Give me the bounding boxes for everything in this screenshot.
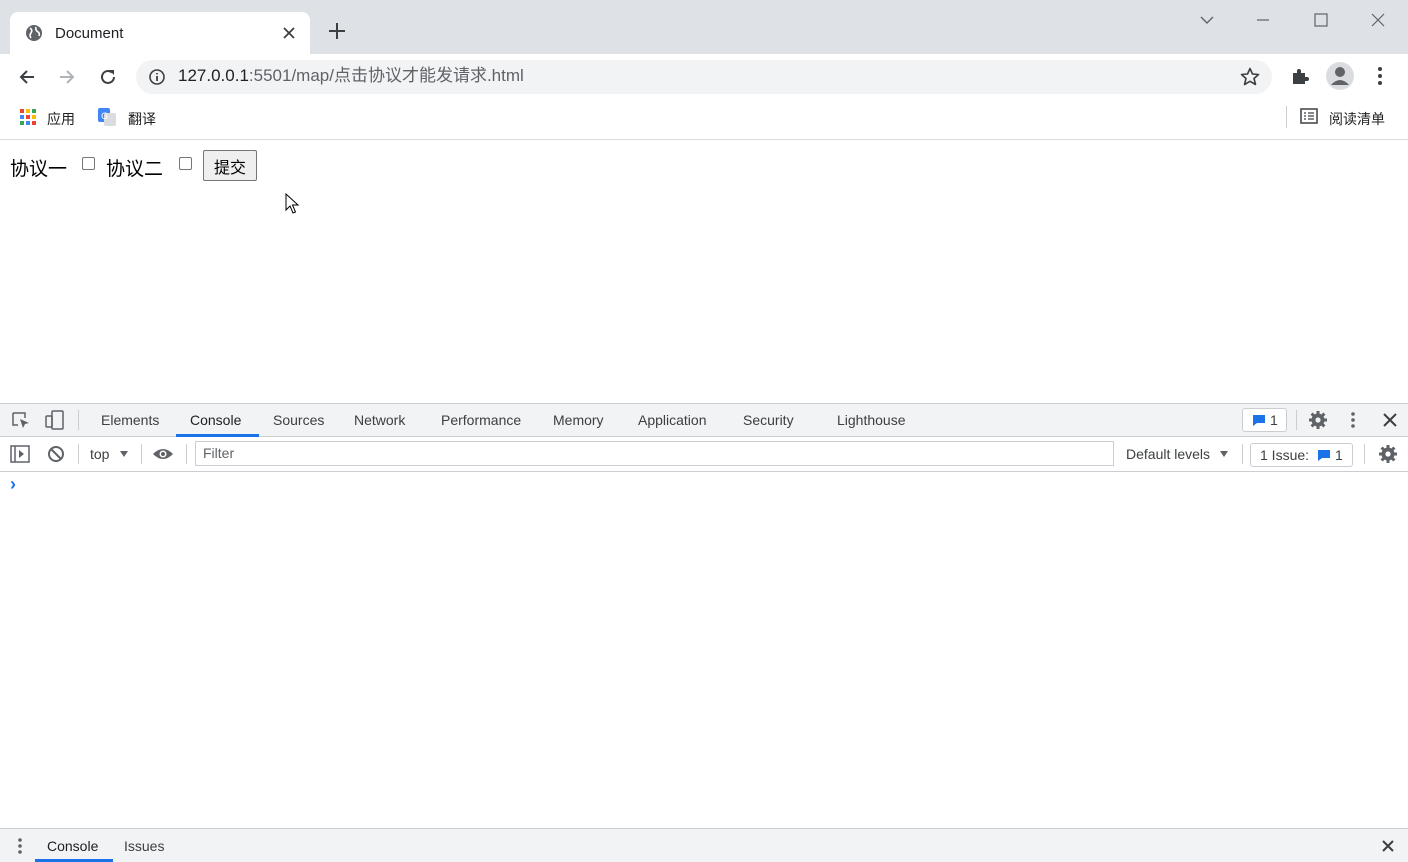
maximize-icon[interactable] [1307, 8, 1335, 32]
mouse-cursor-icon [285, 193, 300, 214]
issues-count: 1 [1335, 447, 1343, 463]
submit-button[interactable]: 提交 [203, 150, 257, 181]
browser-tab[interactable]: Document [10, 12, 310, 54]
levels-dropdown-icon[interactable] [1219, 450, 1229, 458]
bookmark-star-icon[interactable] [1239, 66, 1261, 88]
settings-gear-icon[interactable] [1308, 410, 1328, 430]
devtools-menu-icon[interactable] [1345, 410, 1361, 430]
tab-performance[interactable]: Performance [441, 403, 521, 437]
tab-search-icon[interactable] [1193, 8, 1221, 32]
live-expression-eye-icon[interactable] [152, 447, 174, 461]
context-dropdown-icon[interactable] [119, 450, 129, 458]
devtools-drawer [0, 828, 1408, 862]
issue-message-icon [1318, 450, 1330, 461]
agreement2-label: 协议二 [106, 158, 164, 180]
console-separator [141, 444, 142, 464]
drawer-menu-icon[interactable] [13, 836, 27, 856]
apps-bookmark[interactable] [20, 109, 36, 125]
console-settings-icon[interactable] [1378, 444, 1398, 464]
context-selector[interactable]: top [90, 446, 109, 462]
tab-lighthouse[interactable]: Lighthouse [837, 403, 906, 437]
console-prompt[interactable]: › [10, 474, 16, 495]
profile-avatar-icon[interactable] [1325, 61, 1355, 91]
tab-network[interactable]: Network [354, 403, 405, 437]
bookmarks-separator [1286, 106, 1287, 128]
bookmarks-bar [0, 100, 1408, 140]
extensions-icon[interactable] [1289, 65, 1311, 87]
url-text[interactable]: 127.0.0.1:5501/map/点击协议才能发请求.html [178, 66, 524, 86]
clear-console-icon[interactable] [47, 445, 65, 463]
translate-icon[interactable]: G [97, 107, 117, 127]
drawer-tab-console[interactable]: Console [47, 838, 98, 854]
browser-menu-icon[interactable] [1370, 65, 1390, 87]
url-path: :5501/map/点击协议才能发请求.html [248, 66, 524, 85]
tab-sources[interactable]: Sources [273, 403, 324, 437]
messages-badge[interactable]: 1 [1242, 408, 1287, 432]
inspect-element-icon[interactable] [11, 411, 31, 429]
translate-label[interactable]: 翻译 [128, 109, 156, 129]
reload-icon[interactable] [97, 66, 119, 88]
tab-console[interactable]: Console [190, 403, 241, 437]
issues-button[interactable]: 1 Issue: 1 [1250, 443, 1353, 467]
devtools-separator [78, 410, 79, 430]
agreement1-checkbox[interactable] [82, 157, 95, 170]
log-levels-dropdown[interactable]: Default levels [1126, 446, 1210, 462]
back-icon[interactable] [16, 66, 38, 88]
reading-list-label[interactable]: 阅读清单 [1329, 109, 1385, 129]
tab-security[interactable]: Security [743, 403, 794, 437]
tab-close-icon[interactable] [280, 24, 298, 42]
new-tab-icon[interactable] [326, 20, 348, 42]
console-separator [78, 444, 79, 464]
agreement1-label: 协议一 [10, 158, 68, 180]
tab-application[interactable]: Application [638, 403, 707, 437]
drawer-close-icon[interactable] [1380, 838, 1396, 854]
globe-icon [26, 25, 42, 41]
console-separator [1364, 444, 1365, 464]
sidebar-toggle-icon[interactable] [10, 445, 30, 463]
device-toolbar-icon[interactable] [45, 410, 65, 430]
issues-label: 1 Issue: [1260, 447, 1310, 463]
console-output[interactable] [0, 472, 1408, 828]
apps-grid-icon [20, 109, 36, 125]
console-separator [186, 444, 187, 464]
devtools-close-icon[interactable] [1381, 411, 1399, 429]
svg-text:G: G [101, 112, 108, 122]
messages-count: 1 [1270, 412, 1278, 428]
site-info-icon[interactable] [148, 68, 166, 86]
apps-label[interactable]: 应用 [47, 109, 75, 129]
tab-memory[interactable]: Memory [553, 403, 604, 437]
message-icon [1253, 415, 1265, 426]
forward-icon[interactable] [56, 66, 78, 88]
filter-input[interactable]: Filter [195, 441, 1114, 466]
url-host: 127.0.0.1 [178, 66, 249, 85]
reading-list-icon[interactable] [1300, 108, 1318, 124]
agreement2-checkbox[interactable] [179, 157, 192, 170]
tab-title: Document [55, 25, 124, 42]
drawer-tab-issues[interactable]: Issues [124, 838, 164, 854]
window-close-icon[interactable] [1364, 8, 1392, 32]
console-separator [1242, 444, 1243, 464]
minimize-icon[interactable] [1249, 8, 1277, 32]
tab-elements[interactable]: Elements [101, 403, 159, 437]
devtools-separator [1296, 410, 1297, 430]
